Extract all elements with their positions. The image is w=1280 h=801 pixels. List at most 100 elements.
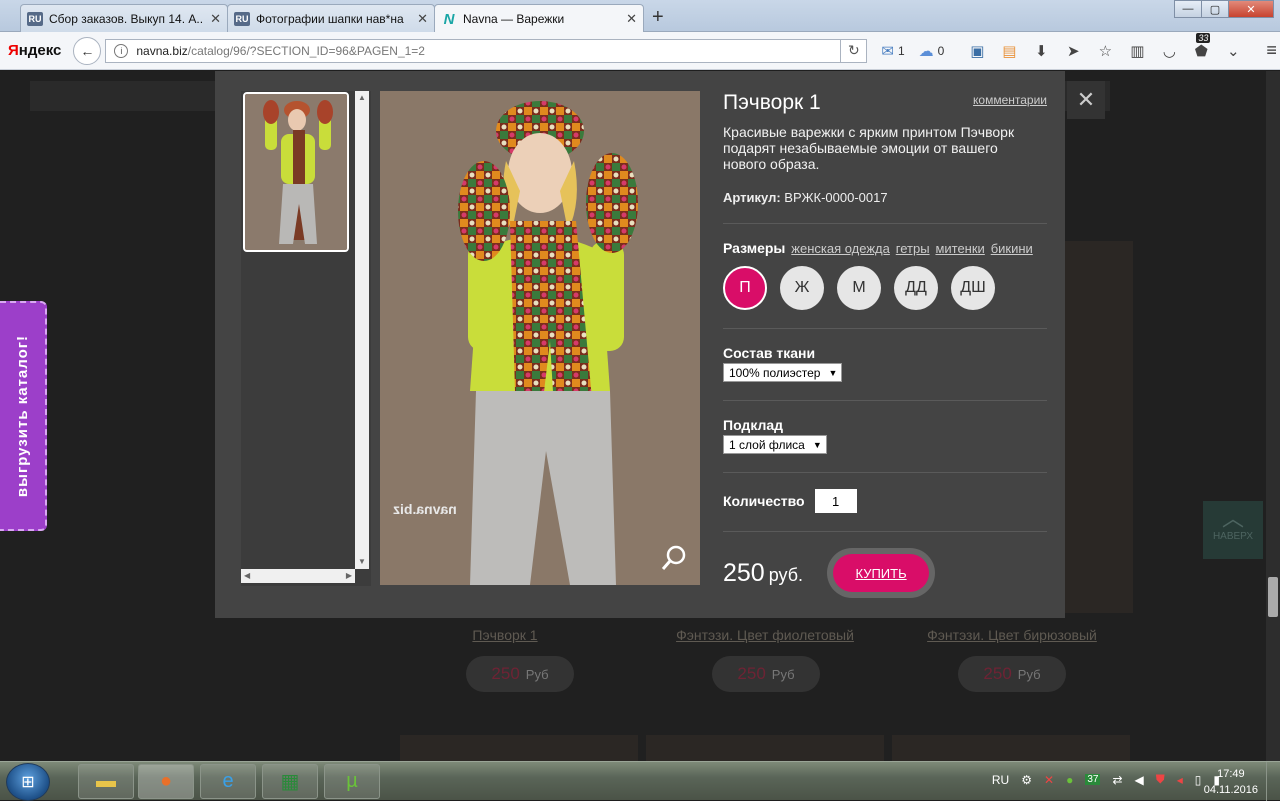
tray-app-icon[interactable]: ⚙	[1021, 773, 1032, 787]
tray-device-icon[interactable]: ▯	[1195, 773, 1202, 787]
weather-widget[interactable]: ☁ 0	[919, 42, 945, 60]
utorrent-taskbar-button[interactable]: µ	[324, 764, 380, 799]
zoom-icon[interactable]	[660, 544, 688, 575]
ie-taskbar-button[interactable]: e	[200, 764, 256, 799]
navna-favicon: N	[443, 10, 455, 28]
system-tray: RU ⚙ ✕ ● 37 ⇄ ◀ ⛊ ◂ ▯ ▮	[980, 772, 1220, 787]
scrollbar-thumb[interactable]	[1268, 577, 1278, 617]
product-details: Пэчворк 1 комментарии Красивые варежки с…	[723, 91, 1047, 598]
send-icon[interactable]: ➤	[1060, 42, 1086, 60]
address-bar[interactable]: i navna.biz/catalog/96/?SECTION_ID=96&PA…	[105, 38, 842, 63]
product-card-image[interactable]	[646, 735, 884, 761]
size-option-dd[interactable]: ДД	[894, 266, 938, 310]
thumbnail-vertical-scrollbar[interactable]: ▲ ▼	[355, 91, 369, 569]
reload-button[interactable]: ↻	[841, 38, 868, 63]
tray-app-icon[interactable]: ✕	[1044, 773, 1054, 787]
size-chart-link-zhenskaya-odezhda[interactable]: женская одежда	[791, 241, 890, 256]
tab-close-icon[interactable]: ✕	[210, 11, 221, 27]
tab-close-icon[interactable]: ✕	[417, 11, 428, 27]
menu-icon[interactable]: ≡	[1266, 40, 1277, 61]
reader-icon[interactable]: ▥	[1124, 42, 1150, 60]
excel-taskbar-button[interactable]: ▦	[262, 764, 318, 799]
volume-icon[interactable]: ◀	[1135, 773, 1144, 787]
bookmark-star-icon[interactable]: ☆	[1092, 42, 1118, 60]
firefox-icon: ●	[159, 770, 173, 792]
modal-close-button[interactable]: ✕	[1067, 81, 1105, 119]
notifications-icon[interactable]: ⬟ 33	[1188, 32, 1214, 60]
start-button[interactable]: ⊞	[6, 763, 50, 801]
size-option-m[interactable]: М	[837, 266, 881, 310]
info-icon[interactable]: i	[114, 43, 129, 58]
notification-count: 33	[1196, 32, 1211, 43]
product-card-image[interactable]	[892, 735, 1130, 761]
mail-count: 1	[897, 43, 905, 58]
tray-flag-icon[interactable]: ◂	[1177, 773, 1183, 787]
size-chart-link-mitenki[interactable]: митенки	[935, 241, 984, 256]
tray-badge-icon[interactable]: 37	[1085, 774, 1101, 785]
scroll-right-icon[interactable]: ▶	[346, 571, 352, 580]
size-option-p[interactable]: П	[723, 266, 767, 310]
tray-shield-icon[interactable]: ⛊	[1156, 772, 1165, 787]
lining-label: Подклад	[723, 417, 784, 433]
tab-close-icon[interactable]: ✕	[626, 11, 637, 27]
product-card-image[interactable]	[400, 735, 638, 761]
windows-logo-icon: ⊞	[21, 774, 35, 791]
product-name-link[interactable]: Пэчворк 1	[390, 627, 620, 643]
divider	[723, 472, 1047, 473]
minimize-button[interactable]: —	[1174, 0, 1202, 18]
back-button[interactable]: ←	[73, 36, 102, 65]
lining-select[interactable]: 1 слой флиса ▼	[723, 435, 827, 454]
export-catalog-tab[interactable]: выгрузить каталог!	[0, 301, 47, 531]
explorer-taskbar-button[interactable]: ▬	[78, 764, 134, 799]
size-chart-link-bikini[interactable]: бикини	[991, 241, 1033, 256]
image-watermark: navna.biz	[393, 501, 457, 517]
buy-button[interactable]: КУПИТЬ	[827, 548, 936, 598]
dropdown-chevron-icon[interactable]: ⌄	[1220, 42, 1246, 60]
tab-favicon: RU	[27, 11, 43, 26]
article-number: Артикул: ВРЖК-0000-0017	[723, 190, 888, 205]
fabric-select[interactable]: 100% полиэстер ▼	[723, 363, 843, 382]
thumbnail-horizontal-scrollbar[interactable]: ◀ ▶	[241, 569, 355, 583]
pocket-icon[interactable]: ◡	[1156, 42, 1182, 60]
firefox-taskbar-button[interactable]: ●	[138, 764, 194, 799]
yandex-logo[interactable]: Яндекс	[8, 42, 61, 59]
size-option-dsh[interactable]: ДШ	[951, 266, 995, 310]
quantity-input[interactable]: 1	[814, 489, 857, 513]
divider	[723, 328, 1047, 329]
new-tab-button[interactable]: +	[652, 6, 664, 29]
divider	[723, 531, 1047, 532]
clock[interactable]: 17:49 04.11.2016	[1204, 766, 1258, 798]
download-icon[interactable]: ⬇	[1028, 42, 1054, 60]
size-chart-link-getry[interactable]: гетры	[896, 241, 930, 256]
show-desktop-button[interactable]	[1266, 762, 1280, 801]
mail-widget[interactable]: ✉ 1	[881, 42, 904, 60]
language-indicator[interactable]: RU	[992, 773, 1009, 787]
product-price: 250 Руб	[958, 656, 1066, 692]
size-option-zh[interactable]: Ж	[780, 266, 824, 310]
comments-link[interactable]: комментарии	[973, 93, 1047, 107]
quantity-row: Количество 1	[723, 489, 1047, 513]
weather-temp: 0	[937, 43, 945, 58]
maximize-button[interactable]: ▢	[1201, 0, 1229, 18]
buy-row: 250 руб. КУПИТЬ	[723, 548, 1047, 598]
tab-navna-varezhki[interactable]: N Navna — Варежки ✕	[434, 4, 644, 33]
scroll-down-icon[interactable]: ▼	[355, 555, 369, 569]
tray-utorrent-icon[interactable]: ●	[1066, 773, 1073, 787]
addon-icon[interactable]: ▤	[996, 42, 1022, 60]
back-arrow-icon: ←	[80, 42, 95, 59]
url-host: navna.biz	[136, 43, 188, 58]
tab-sbor-zakazov[interactable]: RU Сбор заказов. Выкуп 14. А... ✕	[20, 4, 228, 32]
page-scrollbar[interactable]	[1266, 71, 1280, 761]
product-name-link[interactable]: Фэнтэзи. Цвет бирюзовый	[897, 627, 1127, 643]
extension-icon[interactable]: ▣	[964, 42, 990, 60]
tray-network-icon[interactable]: ⇄	[1112, 773, 1122, 787]
url-path: /catalog/96/?SECTION_ID=96&PAGEN_1=2	[187, 43, 425, 58]
scroll-up-icon[interactable]: ▲	[355, 91, 369, 105]
product-card-image[interactable]	[1065, 241, 1133, 613]
tab-fotografii[interactable]: RU Фотографии шапки нав*на ✕	[227, 4, 435, 32]
product-thumbnail[interactable]	[243, 92, 349, 252]
scroll-to-top-button[interactable]: ︿ НАВЕРХ	[1203, 501, 1263, 559]
product-name-link[interactable]: Фэнтэзи. Цвет фиолетовый	[650, 627, 880, 643]
window-close-button[interactable]: ✕	[1228, 0, 1274, 18]
scroll-left-icon[interactable]: ◀	[244, 571, 250, 580]
